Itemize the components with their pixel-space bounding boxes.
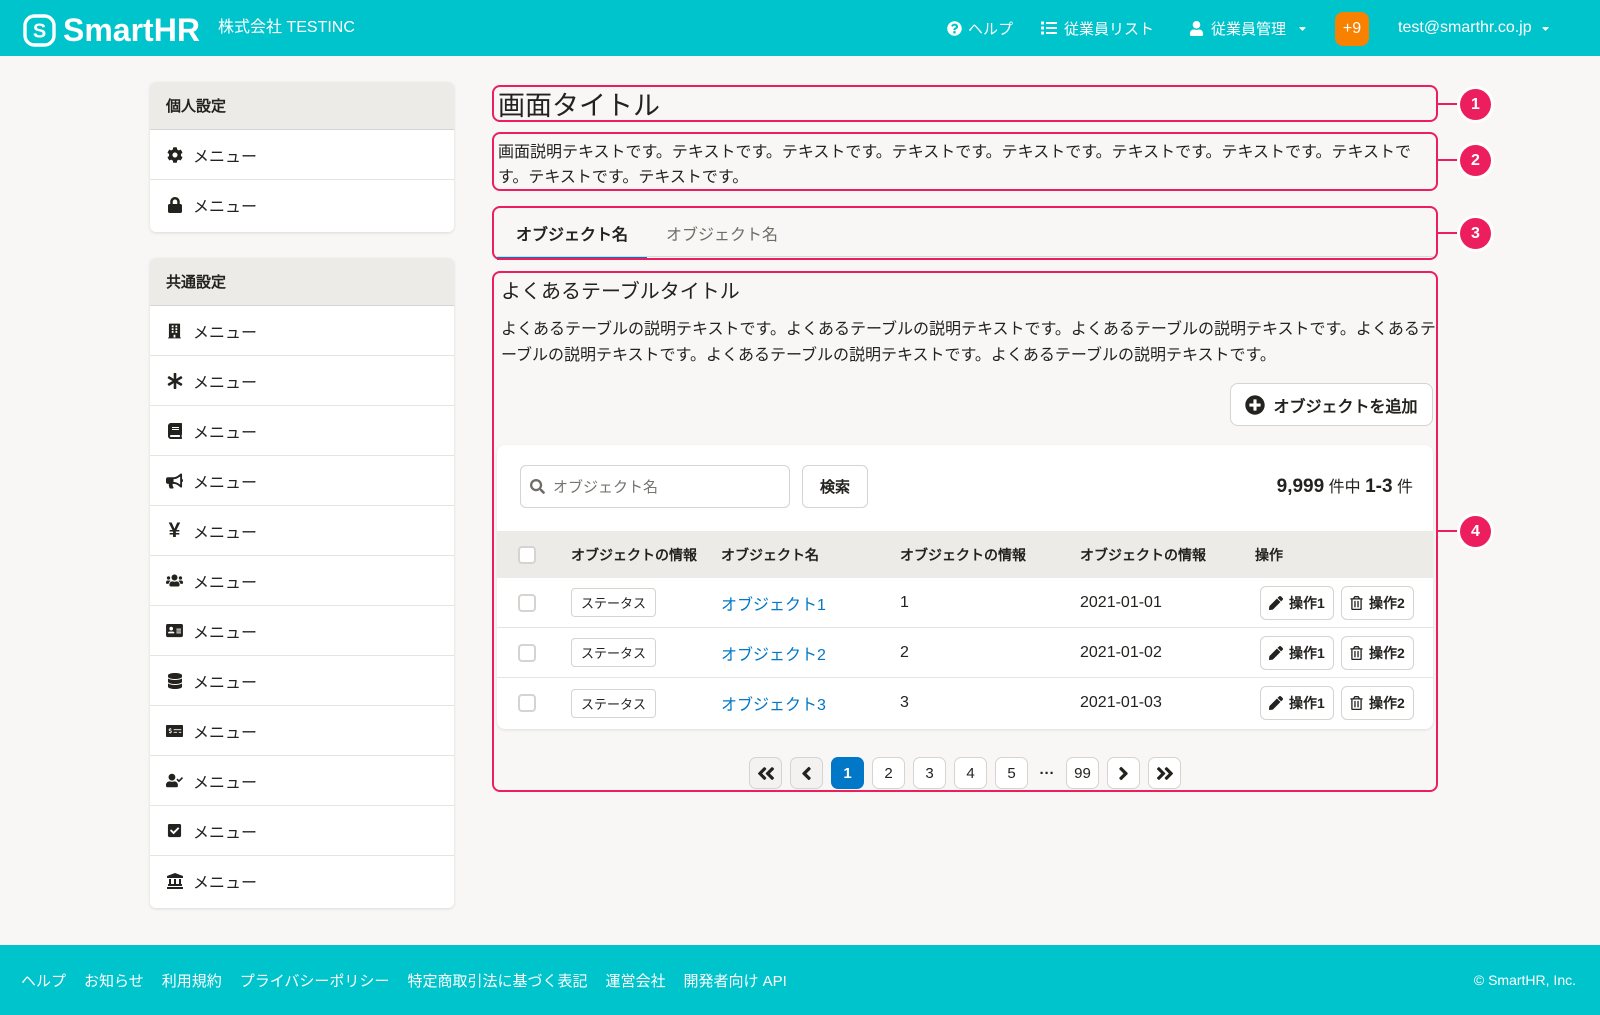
- svg-text:S: S: [33, 21, 46, 43]
